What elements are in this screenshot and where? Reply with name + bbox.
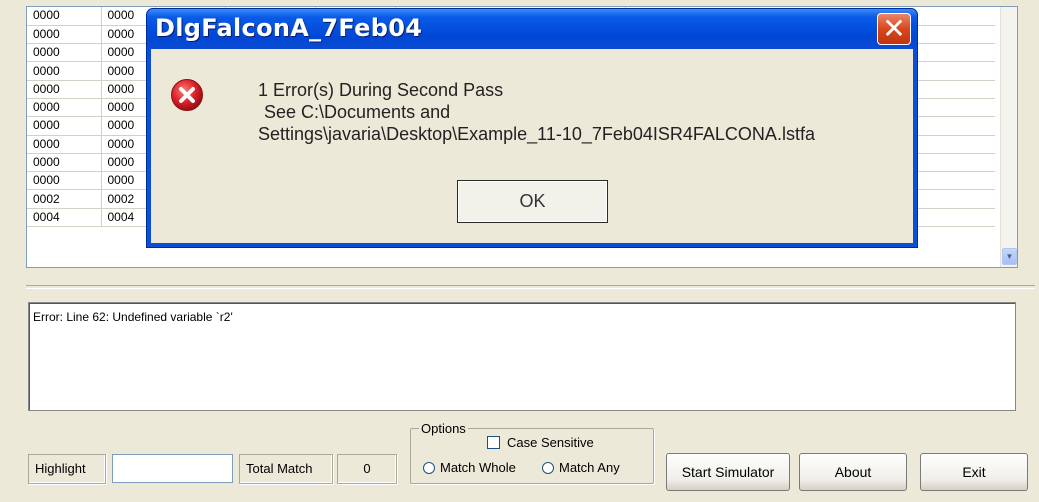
error-output-box[interactable]: Error: Line 62: Undefined variable `r2' [28, 302, 1016, 411]
table-cell: 0000 [27, 153, 102, 173]
options-group: Options Case Sensitive Match Whole Match… [410, 421, 654, 484]
chevron-down-icon[interactable]: ▼ [1002, 248, 1017, 265]
vertical-scrollbar[interactable]: ▼ [1000, 7, 1017, 267]
dialog-titlebar[interactable]: DlgFalconA_7Feb04 ✕ [147, 9, 917, 49]
match-any-radio[interactable]: Match Any [542, 460, 620, 475]
match-whole-radio[interactable]: Match Whole [423, 460, 516, 475]
table-cell: 0002 [27, 189, 102, 209]
checkbox-box[interactable] [487, 436, 500, 449]
ok-button[interactable]: OK [457, 180, 608, 223]
start-simulator-button[interactable]: Start Simulator [666, 453, 790, 491]
dialog-message: 1 Error(s) During Second Pass See C:\Doc… [258, 79, 815, 145]
about-button[interactable]: About [799, 453, 907, 491]
highlight-input[interactable] [112, 454, 233, 483]
splitter[interactable] [26, 285, 1035, 289]
message-line-1: 1 Error(s) During Second Pass [258, 80, 504, 100]
total-match-value: 0 [337, 454, 397, 484]
error-dialog: DlgFalconA_7Feb04 ✕ 1 Error(s) During Se… [146, 8, 918, 248]
dialog-body: 1 Error(s) During Second Pass See C:\Doc… [151, 49, 913, 243]
table-cell: 0000 [27, 171, 102, 191]
table-cell: 0000 [27, 80, 102, 99]
dialog-title: DlgFalconA_7Feb04 [155, 14, 423, 42]
table-cell: 0000 [27, 98, 102, 118]
highlight-label: Highlight [28, 454, 106, 484]
error-icon [171, 79, 203, 111]
message-line-2: See C:\Documents and [264, 102, 451, 122]
message-line-3: Settings\javaria\Desktop\Example_11-10_7… [258, 124, 815, 144]
close-icon[interactable]: ✕ [877, 13, 911, 45]
table-cell: 0000 [27, 25, 102, 45]
match-any-label: Match Any [559, 460, 620, 475]
radio-button[interactable] [423, 461, 435, 474]
error-output-text: Error: Line 62: Undefined variable `r2' [33, 310, 233, 324]
case-sensitive-label: Case Sensitive [507, 435, 594, 450]
table-cell: 0000 [27, 7, 102, 26]
table-cell: 0000 [27, 43, 102, 63]
exit-button[interactable]: Exit [920, 453, 1028, 491]
case-sensitive-checkbox[interactable]: Case Sensitive [487, 435, 594, 450]
options-title: Options [419, 421, 468, 436]
table-cell: 0000 [27, 116, 102, 136]
table-cell: 0004 [27, 208, 102, 228]
radio-button[interactable] [542, 461, 554, 474]
table-cell: 0000 [27, 135, 102, 154]
table-cell: 0000 [27, 61, 102, 81]
match-whole-label: Match Whole [440, 460, 516, 475]
total-match-label: Total Match [239, 454, 333, 484]
